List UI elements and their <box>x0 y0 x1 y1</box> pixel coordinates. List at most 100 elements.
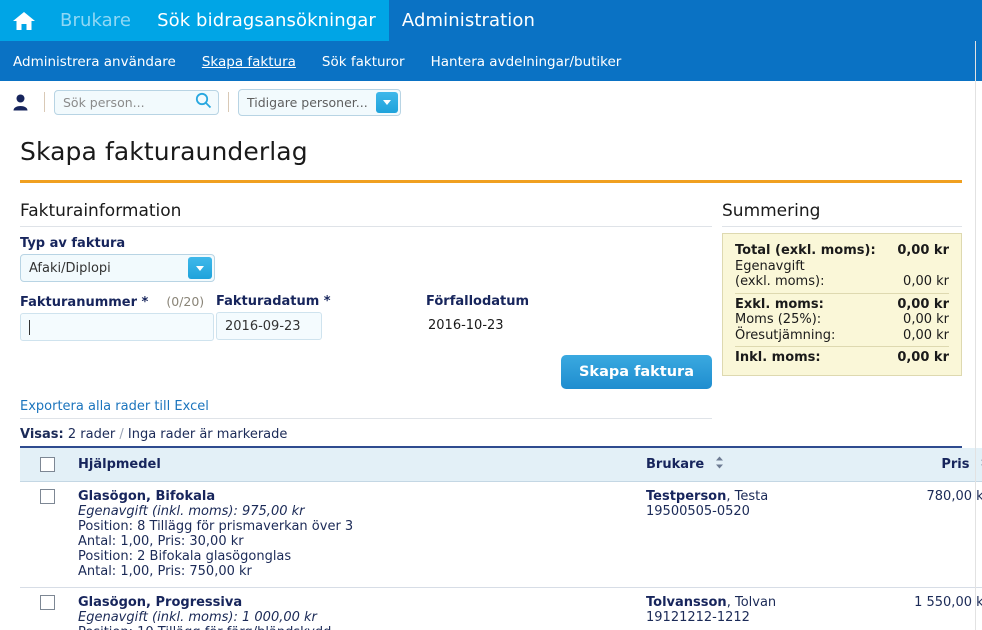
summary-panel: Summering Total (exkl. moms): 0,00 kr Eg… <box>722 201 962 419</box>
summary-divider <box>735 292 949 294</box>
summary-value: 0,00 kr <box>897 296 949 312</box>
row-select-cell <box>20 587 74 630</box>
row-item-line: Position: 8 Tillägg för prismaverkan öve… <box>78 519 354 534</box>
secondary-navbar: Administrera användare Skapa faktura Sök… <box>0 41 982 81</box>
summary-label: Inkl. moms: <box>735 350 821 365</box>
chevron-down-icon[interactable] <box>188 257 212 279</box>
row-brukare-firstname: , Testa <box>726 489 769 504</box>
summary-value: 0,00 kr <box>897 243 949 258</box>
summary-line-moms: Moms (25%): 0,00 kr <box>735 312 949 328</box>
skapa-faktura-button[interactable]: Skapa faktura <box>560 355 712 389</box>
summary-line-inkl-moms: Inkl. moms: 0,00 kr <box>735 350 949 366</box>
invoice-actions-row: Skapa faktura <box>20 355 712 389</box>
sort-brukare-icon[interactable] <box>715 456 724 473</box>
nav-item-brukare[interactable]: Brukare <box>47 0 144 41</box>
summary-label: Total (exkl. moms): <box>735 243 876 258</box>
row-pris-cell: 1 550,00 kr <box>865 587 982 630</box>
subnav-item-administrera-anvandare[interactable]: Administrera användare <box>13 54 176 70</box>
label-typ-av-faktura: Typ av faktura <box>20 236 126 251</box>
nav-item-sok-bidragsansokningar[interactable]: Sök bidragsansökningar <box>144 0 389 41</box>
header-brukare-label: Brukare <box>646 457 705 472</box>
table-head: Hjälpmedel Brukare Pris <box>20 448 982 482</box>
fakturanummer-input[interactable] <box>20 313 214 341</box>
title-underline-rule <box>20 180 962 183</box>
row-select-cell <box>20 481 74 588</box>
nav-item-sok-bidragsansokningar-label: Sök bidragsansökningar <box>157 10 376 31</box>
caret-shape <box>382 99 391 105</box>
person-icon <box>13 94 28 111</box>
row-checkbox[interactable] <box>39 489 55 504</box>
row-brukare-name: Tolvansson, Tolvan <box>646 595 861 610</box>
header-hjalpmedel[interactable]: Hjälpmedel <box>74 448 642 482</box>
subnav-item-skapa-faktura[interactable]: Skapa faktura <box>202 54 296 70</box>
table-row[interactable]: Glasögon, Progressiva Egenavgift (inkl. … <box>20 587 982 630</box>
row-brukare-cell: Tolvansson, Tolvan 19121212-1212 <box>642 587 865 630</box>
label-fakturadatum: Fakturadatum * <box>216 294 331 309</box>
fakturadatum-input[interactable]: 2016-09-23 <box>216 312 322 340</box>
person-search-bar: Tidigare personer... <box>0 81 982 123</box>
row-brukare-cell: Testperson, Testa 19500505-0520 <box>642 481 865 588</box>
invoice-type-select[interactable]: Afaki/Diplopi <box>20 254 215 282</box>
header-brukare[interactable]: Brukare <box>642 448 865 482</box>
row-item-title: Glasögon, Bifokala <box>78 489 216 504</box>
row-item-line: Antal: 1,00, Pris: 30,00 kr <box>78 534 244 549</box>
subnav-item-hantera-avdelningar-label: Hantera avdelningar/butiker <box>430 53 622 70</box>
chevron-down-icon[interactable] <box>375 91 398 113</box>
row-brukare-lastname: Testperson <box>646 489 727 504</box>
field-fakturanummer: Fakturanummer * (0/20) <box>20 294 216 341</box>
label-fakturanummer: Fakturanummer * (0/20) <box>20 294 216 310</box>
summary-label: Öresutjämning: <box>735 327 836 343</box>
table-row[interactable]: Glasögon, Bifokala Egenavgift (inkl. mom… <box>20 481 982 588</box>
row-brukare-lastname: Tolvansson <box>646 595 727 610</box>
subnav-item-administrera-anvandare-label: Administrera användare <box>13 53 176 70</box>
summary-value: 0,00 kr <box>897 350 949 365</box>
table-body: Glasögon, Bifokala Egenavgift (inkl. mom… <box>20 481 982 630</box>
text-cursor <box>29 319 30 335</box>
subnav-item-sok-fakturor[interactable]: Sök fakturor <box>322 54 405 70</box>
search-person-box[interactable] <box>54 89 219 115</box>
row-pris-value: 1 550,00 kr <box>914 595 982 610</box>
subnav-item-hantera-avdelningar[interactable]: Hantera avdelningar/butiker <box>431 54 622 70</box>
rows-status-bar: Visas: 2 rader / Inga rader är markerade <box>20 427 962 448</box>
nav-item-administration[interactable]: Administration <box>388 0 549 41</box>
export-excel-link[interactable]: Exportera alla rader till Excel <box>20 399 209 414</box>
field-fakturadatum: Fakturadatum * 2016-09-23 <box>216 294 426 341</box>
page-right-border <box>975 41 976 630</box>
row-brukare-name: Testperson, Testa <box>646 489 861 504</box>
app-page: Brukare Sök bidragsansökningar Administr… <box>0 0 982 630</box>
primary-navbar-left: Brukare Sök bidragsansökningar Administr… <box>0 0 549 41</box>
home-icon <box>12 10 36 32</box>
header-pris-label: Pris <box>941 457 970 472</box>
caret-shape <box>196 265 204 271</box>
row-item-fee: Egenavgift (inkl. moms): 975,00 kr <box>78 504 305 519</box>
export-link-row: Exportera alla rader till Excel <box>20 399 712 419</box>
summary-value: 0,00 kr <box>903 312 949 327</box>
fakturanummer-char-counter: (0/20) <box>166 294 205 309</box>
header-hjalpmedel-label: Hjälpmedel <box>78 457 161 472</box>
content-area: Fakturainformation Typ av faktura Afaki/… <box>0 201 982 419</box>
header-pris[interactable]: Pris <box>865 448 982 482</box>
divider <box>228 92 229 112</box>
forfallodatum-value: 2016-10-23 <box>428 318 504 333</box>
summary-label-part-1: Egenavgift <box>735 258 805 274</box>
row-checkbox[interactable] <box>39 595 55 610</box>
previous-persons-dropdown[interactable]: Tidigare personer... <box>238 88 401 116</box>
home-button[interactable] <box>0 0 47 41</box>
select-all-header-cell <box>20 448 74 482</box>
invoice-type-value: Afaki/Diplopi <box>29 260 111 276</box>
search-icon[interactable] <box>195 92 212 113</box>
rows-status-selection: Inga rader är markerade <box>127 427 288 442</box>
select-all-checkbox[interactable] <box>39 457 55 472</box>
row-item-line: Position: 10 Tillägg för färg/bländskydd <box>78 625 638 630</box>
search-input[interactable] <box>61 93 195 111</box>
row-item-title: Glasögon, Progressiva <box>78 595 243 610</box>
row-pris-value: 780,00 kr <box>926 489 982 504</box>
row-pris-cell: 780,00 kr <box>865 481 982 588</box>
row-item-line: Position: 2 Bifokala glasögonglas <box>78 549 292 564</box>
summary-label: Egenavgift (exkl. moms): <box>735 259 824 290</box>
page-title: Skapa fakturaunderlag <box>20 137 308 166</box>
label-forfallodatum: Förfallodatum <box>426 294 530 309</box>
row-hjalpmedel-cell: Glasögon, Progressiva Egenavgift (inkl. … <box>74 587 642 630</box>
nav-item-administration-label: Administration <box>401 10 536 31</box>
table-header-row: Hjälpmedel Brukare Pris <box>20 448 982 482</box>
